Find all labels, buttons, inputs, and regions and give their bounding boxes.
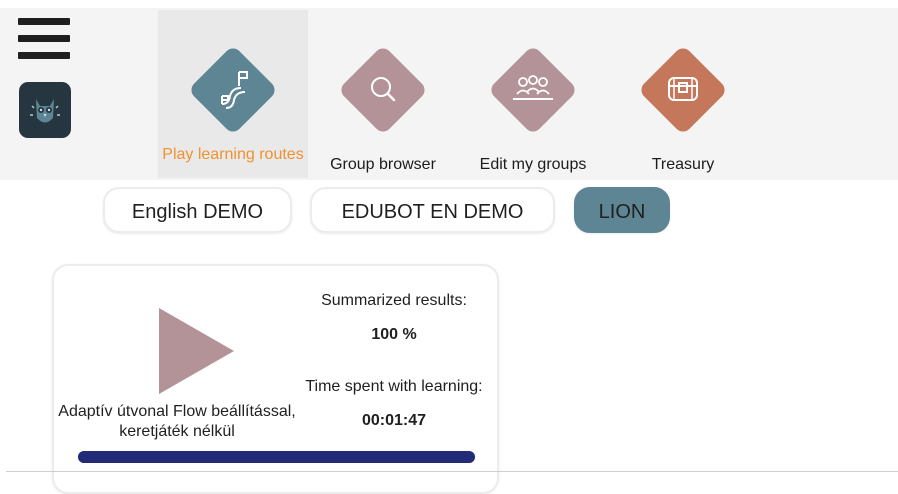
owl-logo-icon: [19, 82, 71, 138]
nav-edit-my-groups[interactable]: Edit my groups: [458, 10, 608, 178]
nav-label: Edit my groups: [479, 156, 587, 173]
group-button-lion[interactable]: LION: [574, 187, 670, 233]
learning-route-card[interactable]: Adaptív útvonal Flow beállítással, keret…: [52, 264, 499, 494]
nav-label: Play learning routes: [162, 146, 304, 163]
summarized-results-label: Summarized results:: [321, 292, 467, 309]
divider: [6, 471, 898, 472]
summarized-results-value: 100 %: [371, 326, 417, 343]
treasure-chest-icon: [641, 48, 725, 132]
group-button-edubot-en-demo[interactable]: EDUBOT EN DEMO: [310, 187, 555, 233]
play-icon[interactable]: [156, 306, 236, 396]
nav-label: Group browser: [330, 156, 436, 173]
hamburger-menu-icon[interactable]: [18, 18, 70, 62]
progress-bar-fill: [78, 451, 475, 463]
search-icon: [341, 48, 425, 132]
learning-route-icon: [191, 48, 275, 132]
progress-bar: [78, 451, 475, 463]
group-icon: [491, 48, 575, 132]
nav-play-learning-routes[interactable]: Play learning routes: [158, 10, 308, 178]
time-spent-value: 00:01:47: [361, 412, 427, 429]
time-spent-label: Time spent with learning:: [305, 378, 483, 395]
route-title: Adaptív útvonal Flow beállítással, keret…: [58, 403, 296, 440]
group-button-english-demo[interactable]: English DEMO: [103, 187, 292, 233]
nav-label: Treasury: [651, 156, 715, 173]
nav-treasury[interactable]: Treasury: [608, 10, 758, 178]
nav-group-browser[interactable]: Group browser: [308, 10, 458, 178]
